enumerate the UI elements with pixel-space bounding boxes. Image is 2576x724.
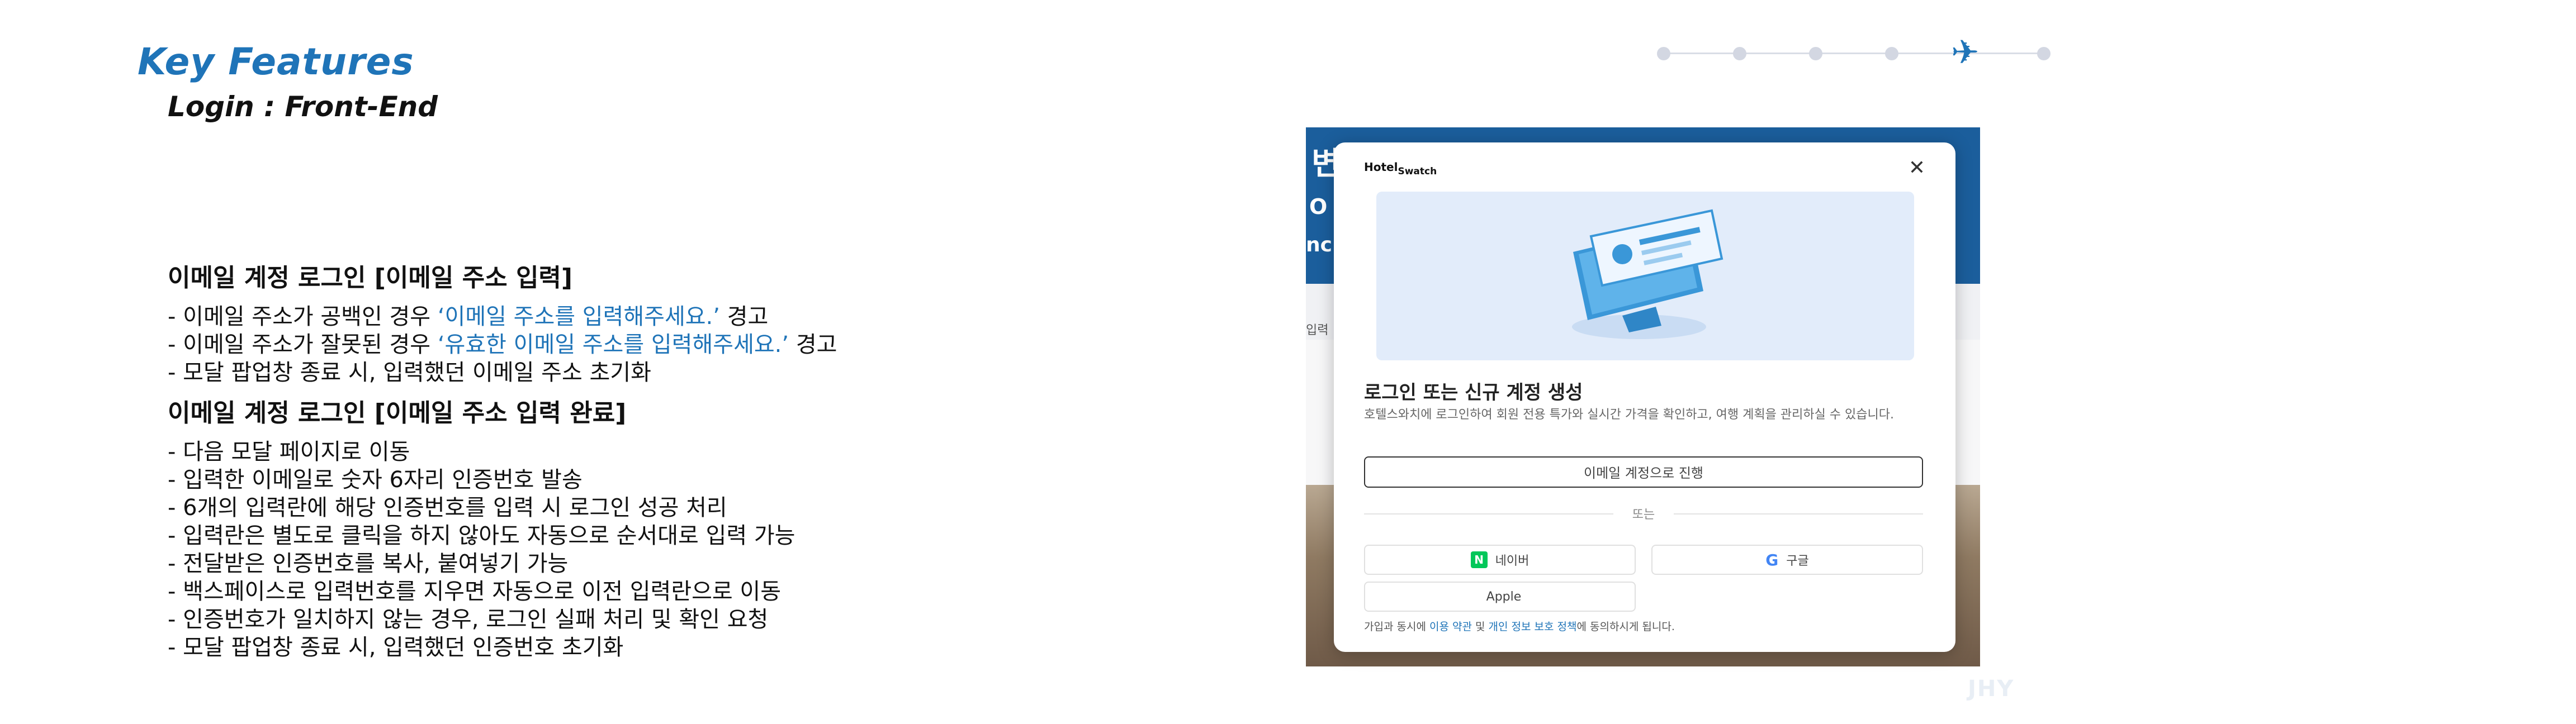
naver-icon: N (1470, 551, 1488, 568)
close-icon[interactable]: ✕ (1909, 158, 1925, 178)
login-illustration (1376, 192, 1914, 360)
airplane-icon: ✈ (1951, 33, 1980, 72)
list-item: - 백스페이스로 입력번호를 지우면 자동으로 이전 입력란으로 이동 (168, 579, 782, 604)
page-title: Key Features (138, 40, 414, 83)
modal-description: 호텔스와치에 로그인하여 회원 전용 특가와 실시간 가격을 확인하고, 여행 … (1364, 408, 1894, 422)
list-item: - 6개의 입력란에 해당 인증번호를 입력 시 로그인 성공 처리 (168, 495, 727, 521)
progress-dot (1657, 47, 1670, 60)
apple-label: Apple (1486, 589, 1522, 604)
watermark: JHY (1968, 676, 2015, 702)
background-text: O (1309, 194, 1328, 219)
login-modal: HotelSwatch ✕ 로그인 또는 신규 계정 생성 호텔스와치에 로그인… (1334, 142, 1955, 652)
google-icon: G (1765, 550, 1779, 569)
list-item: - 이메일 주소가 잘못된 경우 ‘유효한 이메일 주소를 입력해주세요.’ 경… (168, 332, 837, 358)
progress-line (1660, 53, 2040, 54)
page-subtitle: Login : Front-End (168, 90, 438, 123)
list-item: - 전달받은 인증번호를 복사, 붙여넣기 가능 (168, 551, 569, 577)
section-email-input: 이메일 계정 로그인 [이메일 주소 입력] - 이메일 주소가 공백인 경우 … (168, 263, 837, 387)
progress-dot (2037, 47, 2051, 60)
background-text: nc (1306, 234, 1332, 256)
google-label: 구글 (1786, 554, 1809, 568)
section-heading: 이메일 계정 로그인 [이메일 주소 입력 완료] (168, 399, 627, 427)
privacy-policy-link[interactable]: 개인 정보 보호 정책 (1489, 621, 1577, 633)
modal-heading: 로그인 또는 신규 계정 생성 (1364, 382, 1583, 404)
section-heading: 이메일 계정 로그인 [이메일 주소 입력] (168, 264, 573, 292)
terms-notice: 가입과 동시에 이용 약관 및 개인 정보 보호 정책에 동의하시게 됩니다. (1364, 621, 1675, 633)
list-item: - 모달 팝업창 종료 시, 입력했던 인증번호 초기화 (168, 635, 624, 660)
background-text: 입력 (1306, 323, 1329, 337)
list-item: - 모달 팝업창 종료 시, 입력했던 이메일 주소 초기화 (168, 360, 651, 385)
apple-login-button[interactable]: Apple (1364, 582, 1636, 612)
brand-logo: HotelSwatch (1364, 160, 1437, 177)
monitor-illustration-icon (1572, 209, 1723, 339)
progress-dot (1733, 47, 1746, 60)
email-login-button[interactable]: 이메일 계정으로 진행 (1364, 456, 1923, 488)
list-item: - 입력란은 별도로 클릭을 하지 않아도 자동으로 순서대로 입력 가능 (168, 523, 795, 549)
terms-of-use-link[interactable]: 이용 약관 (1429, 621, 1472, 633)
google-login-button[interactable]: G 구글 (1651, 545, 1923, 575)
list-item: - 입력한 이메일로 숫자 6자리 인증번호 발송 (168, 467, 583, 493)
list-item: - 다음 모달 페이지로 이동 (168, 439, 410, 465)
progress-dot (1809, 47, 1822, 60)
list-item: - 인증번호가 일치하지 않는 경우, 로그인 실패 처리 및 확인 요청 (168, 607, 769, 632)
divider-label: 또는 (1613, 504, 1674, 522)
naver-login-button[interactable]: N 네이버 (1364, 545, 1636, 575)
section-email-complete: 이메일 계정 로그인 [이메일 주소 입력 완료] - 다음 모달 페이지로 이… (168, 398, 795, 661)
list-item: - 이메일 주소가 공백인 경우 ‘이메일 주소를 입력해주세요.’ 경고 (168, 304, 769, 330)
progress-indicator: ✈ (1649, 33, 2052, 72)
progress-dot (1885, 47, 1898, 60)
naver-label: 네이버 (1495, 554, 1530, 568)
